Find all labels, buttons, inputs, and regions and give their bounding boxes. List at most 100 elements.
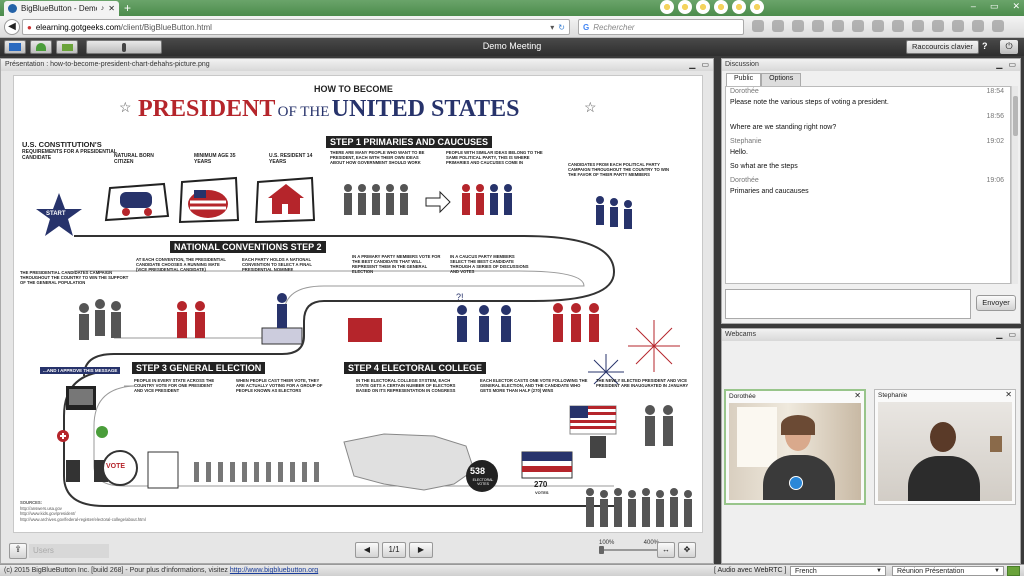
discussion-header: Discussion ▁ ▭ — [722, 59, 1020, 71]
fit-page-button[interactable]: ✥ — [678, 542, 696, 558]
electoral-votes-number: 538 — [470, 466, 486, 476]
minimize-button[interactable]: – — [971, 1, 976, 12]
browser-tab[interactable]: BigBlueButton - Demo... ♪ ✕ — [4, 1, 119, 16]
chat-message: 18:56 Where are we standing right now? — [730, 113, 1004, 131]
copyright-text: (c) 2015 BigBlueButton Inc. [build 268] … — [4, 567, 319, 574]
users-label: Users — [29, 544, 109, 558]
close-window-button[interactable]: ✕ — [1012, 1, 1020, 12]
addon-icon[interactable] — [932, 20, 944, 32]
chat-message: Stephanie 19:02 Hello. — [730, 138, 1004, 156]
winning-votes-number: 270 — [534, 480, 548, 489]
home-icon[interactable] — [792, 20, 804, 32]
previous-slide-button[interactable]: ◀ — [355, 542, 379, 558]
caucus-text: IN A CAUCUS PARTY MEMBERS SELECT THE BES… — [450, 254, 529, 274]
sources: SOURCES: http://answers.usa.gov http://w… — [20, 500, 146, 522]
url-bar[interactable]: ● elearning.gotgeeks.com/client/BigBlueB… — [22, 19, 570, 35]
dropdown-icon[interactable]: ▾ — [550, 23, 554, 32]
addon-icon[interactable] — [872, 20, 884, 32]
zoom-slider-handle[interactable] — [599, 546, 604, 554]
new-tab-button[interactable]: + — [124, 1, 131, 15]
addon-icon[interactable] — [832, 20, 844, 32]
requirements-title: U.S. CONSTITUTION'S REQUIREMENTS FOR A P… — [22, 140, 117, 161]
conventions-figures-icon: ?! — [79, 292, 599, 345]
start-label: START — [46, 211, 66, 217]
reload-icon[interactable]: ↻ — [558, 23, 565, 32]
electoral-votes-label: ELECTORAL VOTES — [472, 478, 494, 486]
step2-text-2: EACH PARTY HOLDS A NATIONAL CONVENTION T… — [242, 257, 312, 272]
webcams-panel: Webcams ▁ ▭ Dorothée ✕ Stephanie ✕ — [721, 328, 1021, 564]
tab-options[interactable]: Options — [761, 73, 802, 86]
svg-text:?!: ?! — [456, 292, 464, 302]
maximize-panel-icon[interactable]: ▭ — [1008, 330, 1016, 339]
back-button[interactable]: ◀ — [4, 19, 20, 35]
fit-page-icon: ✥ — [683, 545, 691, 554]
minimize-panel-icon[interactable]: ▁ — [996, 60, 1002, 69]
chat-scrollbar[interactable] — [1011, 86, 1018, 284]
arrow-right-icon: ▶ — [417, 545, 425, 554]
chat-message: Dorothée 18:54 Please note the various s… — [730, 88, 1004, 106]
shortcuts-button[interactable]: Raccourcis clavier — [906, 40, 979, 54]
webcams-header: Webcams ▁ ▭ — [722, 329, 1020, 341]
help-button[interactable]: ? — [982, 41, 988, 51]
step4-heading: STEP 4 ELECTORAL COLLEGE — [344, 362, 487, 374]
maximize-panel-icon[interactable]: ▭ — [701, 60, 709, 69]
url-text: elearning.gotgeeks.com/client/BigBlueBut… — [35, 22, 212, 32]
chat-icon[interactable] — [812, 20, 824, 32]
requirement-residency: U.S. RESIDENT 14 YEARS — [269, 153, 313, 165]
vote-label: VOTE — [106, 463, 126, 470]
webcam-dorothee[interactable]: Dorothée ✕ — [724, 389, 866, 505]
presentation-footer: ⇪ Users ◀ 1/1 ▶ 100% 400% ↔ ✥ — [1, 538, 713, 564]
candidates-crowd-icon — [344, 184, 632, 229]
chevron-down-icon: ▼ — [876, 568, 882, 574]
maximize-panel-icon[interactable]: ▭ — [1008, 60, 1016, 69]
chat-message: So what are the steps — [730, 163, 798, 170]
upload-presentation-button[interactable]: ⇪ — [9, 543, 27, 559]
browser-nav-bar: ◀ ● elearning.gotgeeks.com/client/BigBlu… — [0, 16, 1024, 38]
chevron-down-icon: ▼ — [994, 568, 1000, 574]
maximize-button[interactable]: ▭ — [990, 1, 999, 12]
minimize-panel-icon[interactable]: ▁ — [996, 330, 1002, 339]
step2-heading: NATIONAL CONVENTIONS STEP 2 — [170, 241, 326, 253]
addon-icon[interactable] — [892, 20, 904, 32]
google-icon: G — [583, 22, 590, 32]
fit-width-icon: ↔ — [662, 545, 670, 554]
webcam-video — [878, 402, 1012, 501]
addon-icon[interactable] — [852, 20, 864, 32]
addon-icon[interactable] — [912, 20, 924, 32]
primary-text: IN A PRIMARY PARTY MEMBERS VOTE FOR THE … — [352, 254, 441, 274]
language-select[interactable]: French ▼ — [790, 566, 886, 576]
downloads-icon[interactable] — [772, 20, 784, 32]
addon-icon[interactable] — [952, 20, 964, 32]
tab-audio-icon[interactable]: ♪ — [101, 5, 105, 12]
minimize-panel-icon[interactable]: ▁ — [689, 60, 695, 69]
lock-icon: ● — [27, 22, 32, 32]
webcam-stephanie[interactable]: Stephanie ✕ — [874, 389, 1016, 505]
bigbluebutton-link[interactable]: http://www.bigbluebutton.org — [230, 567, 318, 574]
menu-icon[interactable] — [992, 20, 1004, 32]
tab-public[interactable]: Public — [726, 73, 762, 86]
search-input[interactable]: G Rechercher — [578, 19, 744, 35]
close-webcam-icon[interactable]: ✕ — [1005, 390, 1012, 399]
page-indicator[interactable]: 1/1 — [382, 542, 406, 558]
apply-layout-button[interactable] — [1007, 566, 1020, 576]
fit-width-button[interactable]: ↔ — [657, 542, 675, 558]
scrollbar-thumb[interactable] — [1013, 96, 1018, 136]
layout-select[interactable]: Réunion Présentation ▼ — [892, 566, 1004, 576]
step1-text-2: PEOPLE WITH SIMILAR IDEAS BELONG TO THE … — [446, 150, 543, 165]
presentation-slide[interactable]: HOW TO BECOME ☆ PRESIDENT OF THE UNITED … — [13, 75, 703, 533]
person-body — [908, 456, 980, 501]
addon-icon[interactable] — [972, 20, 984, 32]
person-head — [930, 422, 956, 452]
bookmark-icon[interactable] — [752, 20, 764, 32]
chat-message-input[interactable] — [725, 289, 971, 319]
logout-button[interactable]: ⏻ — [1000, 40, 1018, 54]
next-slide-button[interactable]: ▶ — [409, 542, 433, 558]
step1-text-3: CANDIDATES FROM EACH POLITICAL PARTY CAM… — [568, 162, 670, 177]
window-light — [737, 407, 777, 467]
tab-close-icon[interactable]: ✕ — [108, 4, 115, 13]
presentation-header: Présentation : how-to-become-president-c… — [1, 59, 713, 71]
browser-toolbar-icons — [752, 20, 1004, 32]
send-button[interactable]: Envoyer — [976, 295, 1016, 311]
close-webcam-icon[interactable]: ✕ — [854, 391, 861, 400]
zoom-slider[interactable]: 100% 400% — [599, 540, 659, 554]
